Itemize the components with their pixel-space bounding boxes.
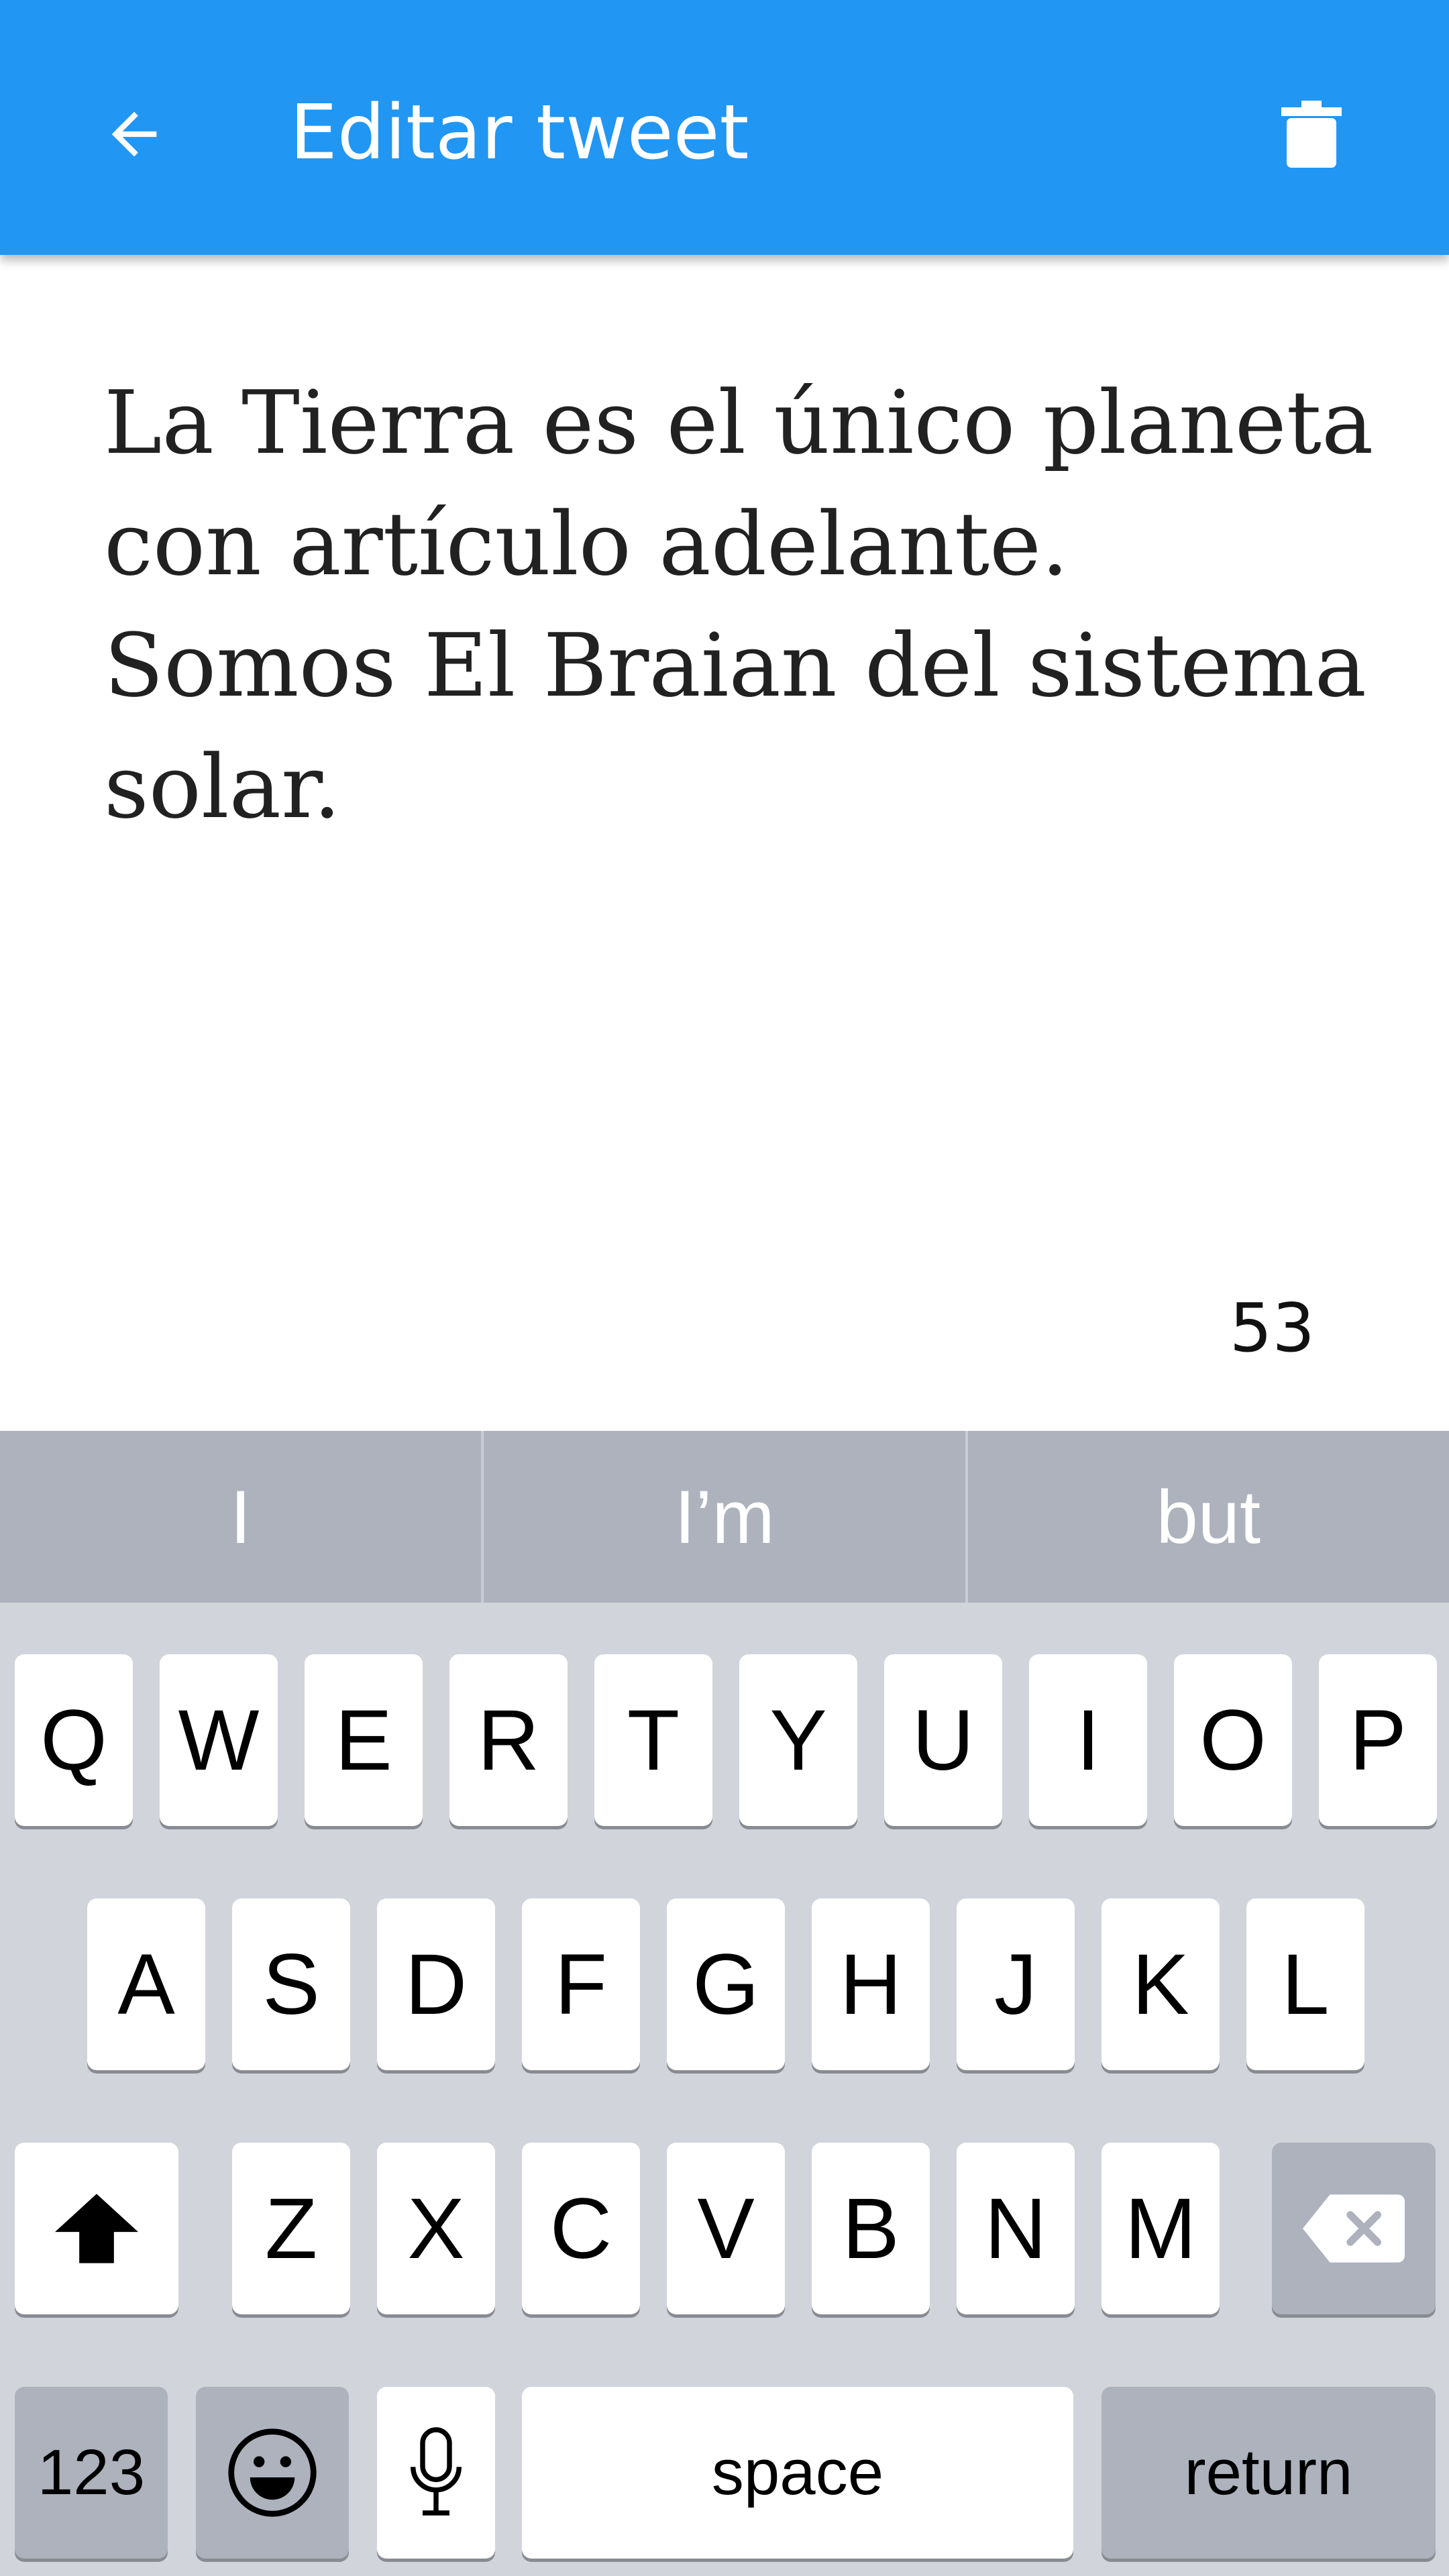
microphone-key[interactable] bbox=[377, 2387, 495, 2559]
backspace-icon bbox=[1303, 2194, 1405, 2263]
emoji-key[interactable] bbox=[196, 2387, 349, 2559]
key-q[interactable]: Q bbox=[15, 1654, 133, 1826]
key-y[interactable]: Y bbox=[739, 1654, 857, 1826]
key-k[interactable]: K bbox=[1102, 1898, 1220, 2070]
key-w[interactable]: W bbox=[160, 1654, 278, 1826]
key-f[interactable]: F bbox=[522, 1898, 640, 2070]
numbers-key[interactable]: 123 bbox=[15, 2387, 168, 2559]
key-s[interactable]: S bbox=[232, 1898, 350, 2070]
key-h[interactable]: H bbox=[812, 1898, 930, 2070]
page-title: Editar tweet bbox=[290, 89, 749, 176]
microphone-icon bbox=[411, 2427, 462, 2516]
shift-key[interactable] bbox=[15, 2143, 178, 2314]
app-bar: Editar tweet bbox=[0, 0, 1449, 255]
key-x[interactable]: X bbox=[377, 2143, 495, 2314]
character-counter: 53 bbox=[1229, 1289, 1315, 1367]
key-a[interactable]: A bbox=[87, 1898, 205, 2070]
emoji-icon bbox=[228, 2428, 317, 2517]
arrow-back-icon bbox=[111, 111, 157, 157]
trash-icon bbox=[1281, 101, 1342, 168]
key-z[interactable]: Z bbox=[232, 2143, 350, 2314]
tweet-text-input[interactable]: La Tierra es el único planeta con artícu… bbox=[104, 362, 1379, 848]
shift-icon bbox=[55, 2194, 138, 2263]
suggestion-1[interactable]: I bbox=[0, 1431, 484, 1603]
key-c[interactable]: C bbox=[522, 2143, 640, 2314]
key-e[interactable]: E bbox=[305, 1654, 423, 1826]
key-i[interactable]: I bbox=[1029, 1654, 1147, 1826]
return-key[interactable]: return bbox=[1102, 2387, 1436, 2559]
suggestion-2[interactable]: I’m bbox=[484, 1431, 968, 1603]
suggestion-bar: I I’m but bbox=[0, 1431, 1449, 1603]
key-o[interactable]: O bbox=[1174, 1654, 1292, 1826]
delete-button[interactable] bbox=[1261, 87, 1362, 181]
backspace-key[interactable] bbox=[1272, 2143, 1436, 2314]
key-d[interactable]: D bbox=[377, 1898, 495, 2070]
key-r[interactable]: R bbox=[449, 1654, 568, 1826]
keyboard: I I’m but Q W E R T Y U I O P A S D F G … bbox=[0, 1431, 1449, 2576]
key-g[interactable]: G bbox=[667, 1898, 785, 2070]
back-button[interactable] bbox=[87, 87, 181, 181]
key-b[interactable]: B bbox=[812, 2143, 930, 2314]
key-p[interactable]: P bbox=[1319, 1654, 1437, 1826]
key-u[interactable]: U bbox=[884, 1654, 1002, 1826]
key-t[interactable]: T bbox=[594, 1654, 712, 1826]
key-l[interactable]: L bbox=[1246, 1898, 1364, 2070]
key-m[interactable]: M bbox=[1102, 2143, 1220, 2314]
key-v[interactable]: V bbox=[667, 2143, 785, 2314]
key-j[interactable]: J bbox=[957, 1898, 1075, 2070]
space-key[interactable]: space bbox=[522, 2387, 1073, 2559]
suggestion-3[interactable]: but bbox=[968, 1431, 1449, 1603]
key-n[interactable]: N bbox=[957, 2143, 1075, 2314]
